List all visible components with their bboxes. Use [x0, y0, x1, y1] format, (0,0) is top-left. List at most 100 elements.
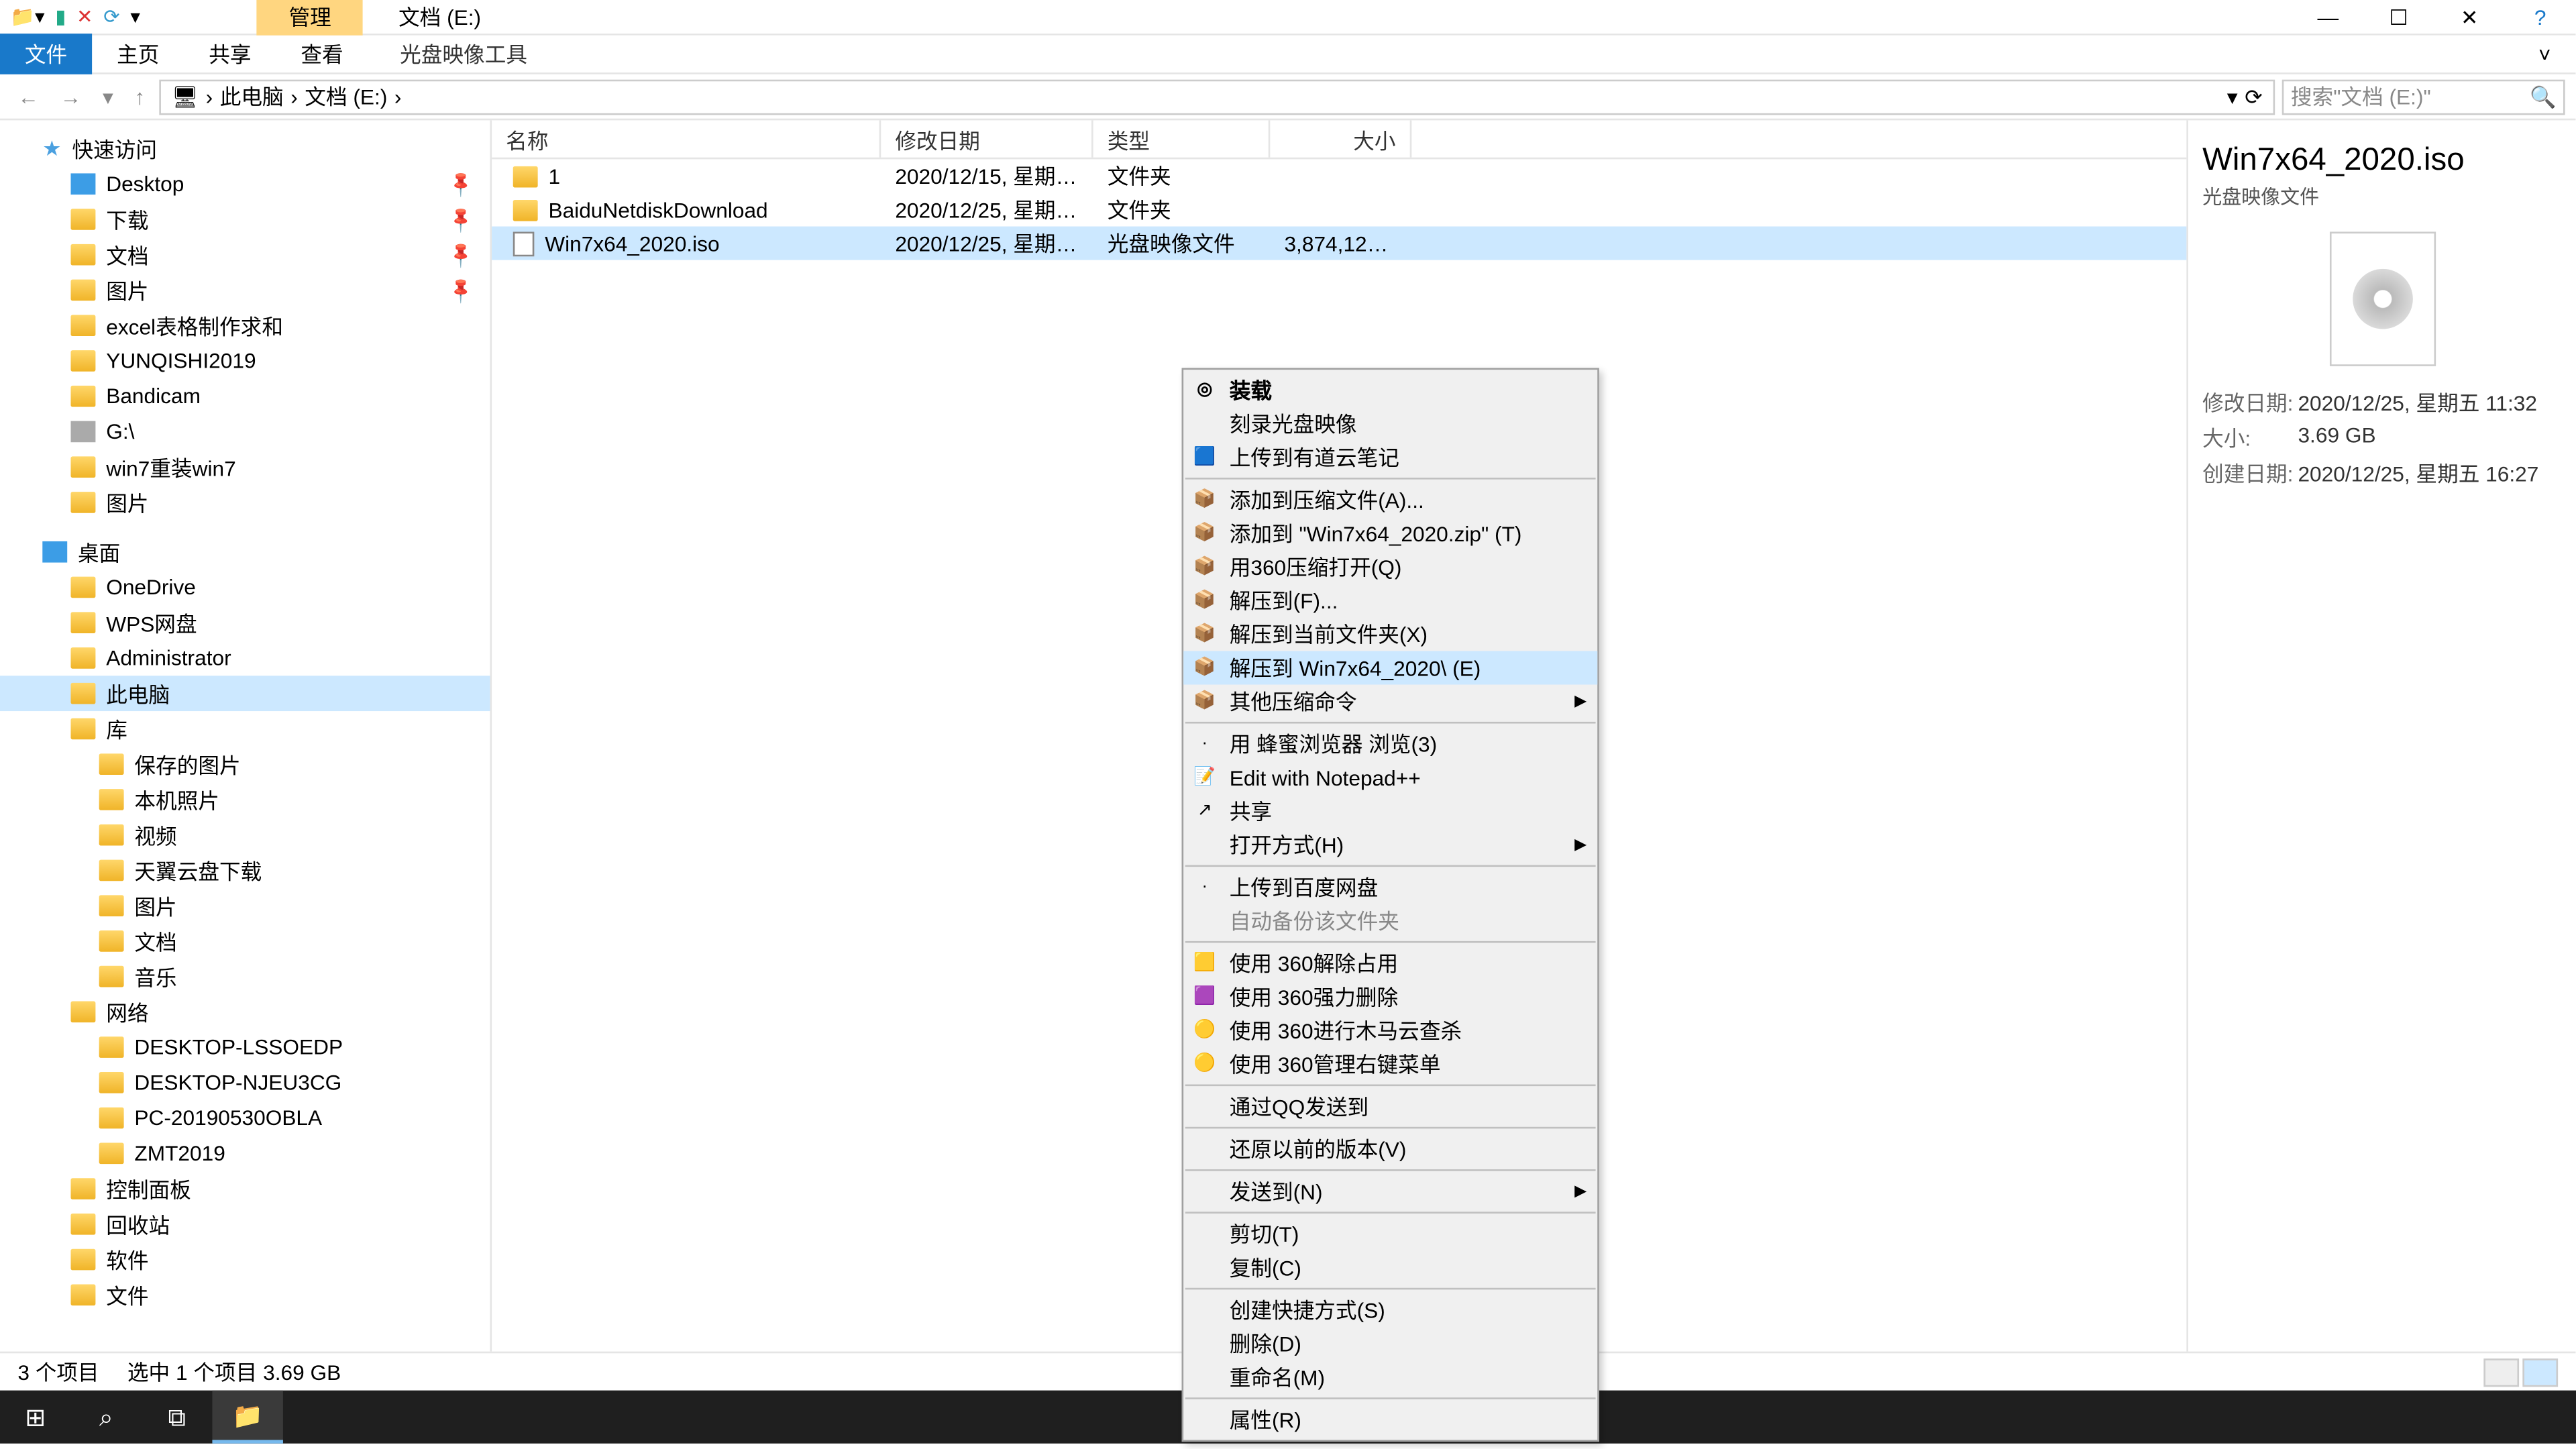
sidebar-item[interactable]: excel表格制作求和 — [0, 308, 490, 343]
maximize-button[interactable]: ☐ — [2363, 5, 2434, 30]
sidebar-item[interactable]: DESKTOP-NJEU3CG — [0, 1065, 490, 1100]
sidebar-item[interactable]: 软件 — [0, 1242, 490, 1277]
menu-item[interactable]: 属性(R) — [1183, 1403, 1597, 1436]
refresh-icon[interactable]: ⟳ — [2245, 84, 2263, 109]
sidebar-item[interactable]: Bandicam — [0, 378, 490, 414]
back-button[interactable]: ← — [11, 84, 46, 109]
menu-item[interactable]: 发送到(N)▶ — [1183, 1175, 1597, 1208]
sidebar-item[interactable]: 下载📌 — [0, 202, 490, 237]
sidebar-item[interactable]: 天翼云盘下载 — [0, 853, 490, 888]
sidebar-item[interactable]: 音乐 — [0, 959, 490, 994]
sidebar-item[interactable]: OneDrive — [0, 570, 490, 605]
sidebar-item[interactable]: 库 — [0, 711, 490, 747]
menu-item[interactable]: 📦用360压缩打开(Q) — [1183, 550, 1597, 584]
view-details-button[interactable] — [2483, 1358, 2519, 1386]
menu-item[interactable]: 🟨使用 360解除占用 — [1183, 947, 1597, 980]
menu-item[interactable]: 打开方式(H)▶ — [1183, 828, 1597, 861]
sidebar-item[interactable]: G:\ — [0, 414, 490, 449]
menu-item[interactable]: 剪切(T) — [1183, 1217, 1597, 1250]
menu-item[interactable]: 通过QQ发送到 — [1183, 1089, 1597, 1123]
sidebar-item[interactable]: win7重装win7 — [0, 449, 490, 485]
view-icons-button[interactable] — [2522, 1358, 2558, 1386]
sidebar-item[interactable]: 控制面板 — [0, 1171, 490, 1207]
menu-item[interactable]: 🟡使用 360进行木马云查杀 — [1183, 1014, 1597, 1047]
checkmark-icon[interactable]: ▮ — [55, 5, 66, 28]
menu-item[interactable]: 刻录光盘映像 — [1183, 407, 1597, 441]
menu-item[interactable]: ↗共享 — [1183, 794, 1597, 828]
menu-item[interactable]: 📝Edit with Notepad++ — [1183, 761, 1597, 794]
search-button[interactable]: ⌕ — [70, 1391, 141, 1444]
menu-item[interactable]: 创建快捷方式(S) — [1183, 1293, 1597, 1327]
menu-item[interactable]: ·用 蜂蜜浏览器 浏览(3) — [1183, 727, 1597, 761]
tab-context-tools[interactable]: 光盘映像工具 — [375, 34, 552, 74]
breadcrumb[interactable]: 此电脑 — [220, 81, 284, 111]
dropdown-icon[interactable]: ▾ — [2227, 84, 2238, 109]
sidebar-item[interactable]: 此电脑 — [0, 676, 490, 711]
breadcrumb[interactable]: 文档 (E:) — [305, 81, 387, 111]
dropdown-history-icon[interactable]: ▾ — [95, 84, 120, 109]
col-type[interactable]: 类型 — [1093, 120, 1271, 157]
tab-share[interactable]: 共享 — [184, 34, 276, 74]
menu-item[interactable]: 还原以前的版本(V) — [1183, 1132, 1597, 1166]
context-tab[interactable]: 管理 — [257, 0, 363, 36]
forward-button[interactable]: → — [53, 84, 89, 109]
taskview-button[interactable]: ⧉ — [142, 1391, 212, 1444]
sidebar-item[interactable]: 视频 — [0, 817, 490, 853]
close-button[interactable]: ✕ — [2434, 5, 2505, 30]
menu-item[interactable]: 🟦上传到有道云笔记 — [1183, 441, 1597, 474]
col-date[interactable]: 修改日期 — [881, 120, 1093, 157]
menu-item[interactable]: 重命名(M) — [1183, 1360, 1597, 1394]
menu-item[interactable]: 📦添加到 "Win7x64_2020.zip" (T) — [1183, 517, 1597, 550]
delete-icon[interactable]: ✕ — [76, 5, 93, 28]
sidebar-item[interactable]: Administrator — [0, 641, 490, 676]
sidebar-item[interactable]: 回收站 — [0, 1206, 490, 1242]
up-button[interactable]: ↑ — [127, 84, 152, 109]
sidebar-quick-access[interactable]: ★快速访问 — [0, 131, 490, 166]
menu-item[interactable]: ◎装载 — [1183, 373, 1597, 407]
sidebar-item[interactable]: 本机照片 — [0, 782, 490, 818]
menu-item[interactable]: 📦解压到(F)... — [1183, 584, 1597, 617]
ribbon-expand-icon[interactable]: ˅ — [2514, 36, 2575, 72]
col-name[interactable]: 名称 — [492, 120, 881, 157]
menu-item[interactable]: 📦解压到当前文件夹(X) — [1183, 617, 1597, 651]
sidebar-item[interactable]: 图片📌 — [0, 272, 490, 308]
refresh-icon[interactable]: ⟳ — [103, 5, 119, 28]
sidebar-item[interactable]: 网络 — [0, 994, 490, 1030]
dropdown-icon[interactable]: ▾ — [130, 5, 140, 28]
tab-home[interactable]: 主页 — [92, 34, 184, 74]
history-icon[interactable]: 📁▾ — [11, 5, 45, 28]
explorer-taskbar-button[interactable]: 📁 — [212, 1391, 282, 1444]
menu-item[interactable]: 删除(D) — [1183, 1327, 1597, 1360]
menu-item[interactable]: ·上传到百度网盘 — [1183, 870, 1597, 904]
address-path[interactable]: 🖥 › 此电脑 › 文档 (E:) › ▾ ⟳ — [159, 78, 2275, 114]
sidebar-item[interactable]: ZMT2019 — [0, 1136, 490, 1171]
file-row[interactable]: 12020/12/15, 星期二 1…文件夹 — [492, 159, 2186, 193]
sidebar-item[interactable]: 图片 — [0, 888, 490, 924]
menu-item[interactable]: 🟪使用 360强力删除 — [1183, 980, 1597, 1014]
menu-item[interactable]: 📦添加到压缩文件(A)... — [1183, 483, 1597, 517]
sidebar-item[interactable]: WPS网盘 — [0, 605, 490, 641]
file-row[interactable]: BaiduNetdiskDownload2020/12/25, 星期五 1…文件… — [492, 193, 2186, 226]
file-row[interactable]: Win7x64_2020.iso2020/12/25, 星期五 1…光盘映像文件… — [492, 227, 2186, 260]
menu-item[interactable]: 📦解压到 Win7x64_2020\ (E) — [1183, 651, 1597, 684]
search-input[interactable]: 搜索"文档 (E:)" 🔍 — [2282, 78, 2565, 114]
menu-item[interactable]: 复制(C) — [1183, 1250, 1597, 1284]
menu-item[interactable]: 📦其他压缩命令▶ — [1183, 685, 1597, 718]
col-size[interactable]: 大小 — [1270, 120, 1411, 157]
sidebar-item[interactable]: PC-20190530OBLA — [0, 1100, 490, 1136]
minimize-button[interactable]: — — [2293, 5, 2363, 30]
sidebar-item[interactable]: 文件 — [0, 1277, 490, 1313]
tab-file[interactable]: 文件 — [0, 34, 92, 74]
sidebar-item[interactable]: YUNQISHI2019 — [0, 343, 490, 379]
sidebar-item[interactable]: 文档📌 — [0, 237, 490, 272]
menu-item[interactable]: 🟡使用 360管理右键菜单 — [1183, 1047, 1597, 1081]
help-icon[interactable]: ? — [2505, 5, 2575, 30]
sidebar-item[interactable]: 图片 — [0, 485, 490, 521]
sidebar-item[interactable]: DESKTOP-LSSOEDP — [0, 1030, 490, 1065]
sidebar-item[interactable]: 文档 — [0, 924, 490, 959]
sidebar-item[interactable]: 保存的图片 — [0, 747, 490, 782]
tab-view[interactable]: 查看 — [276, 34, 368, 74]
sidebar-desktop-root[interactable]: 桌面 — [0, 534, 490, 570]
start-button[interactable]: ⊞ — [0, 1391, 70, 1444]
sidebar-item[interactable]: Desktop📌 — [0, 166, 490, 202]
